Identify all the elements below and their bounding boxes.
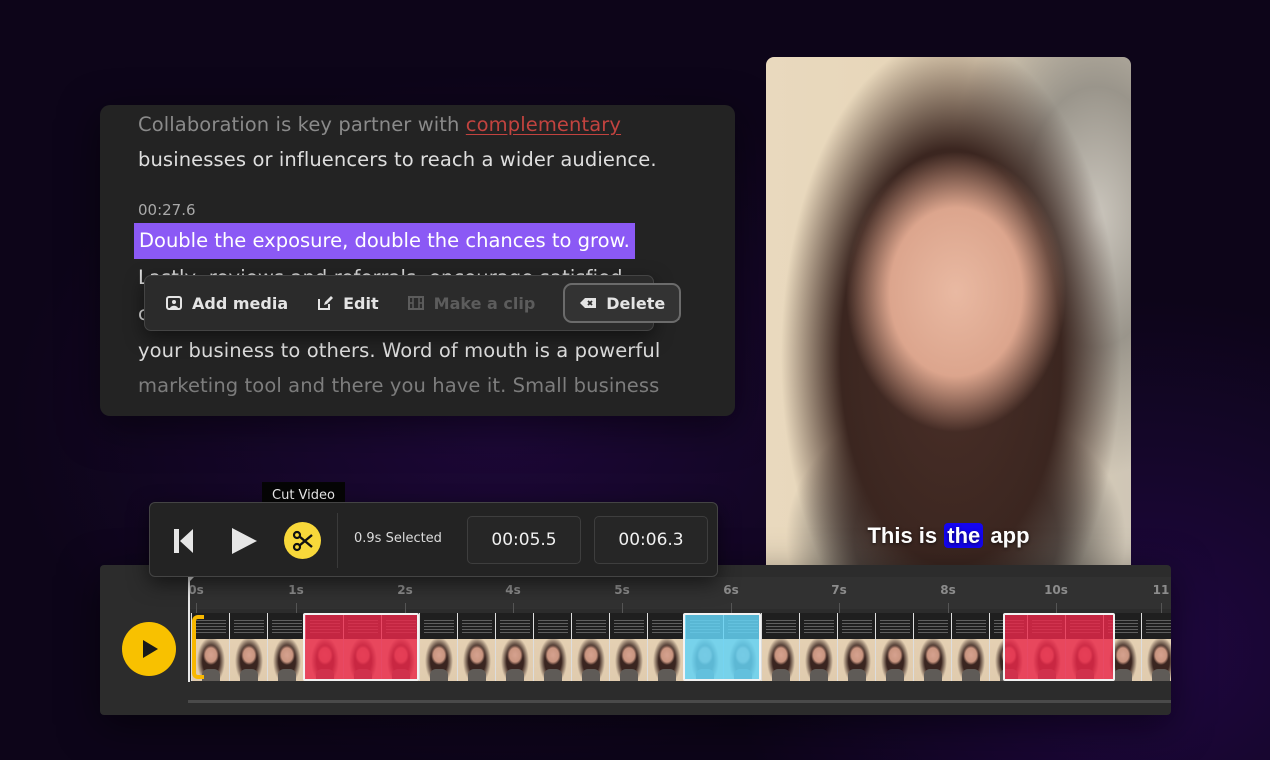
cut-video-button[interactable] <box>284 522 321 559</box>
video-preview[interactable]: This is the app <box>766 57 1131 565</box>
start-time-field[interactable]: 00:05.5 <box>467 516 581 564</box>
edit-button[interactable]: Edit <box>316 294 379 313</box>
play-button[interactable] <box>230 527 258 559</box>
backspace-icon <box>579 294 597 312</box>
video-frame-thumbnail <box>951 613 989 681</box>
tick-label: 6s <box>723 583 739 597</box>
divider <box>337 513 338 568</box>
caption-text: app <box>990 523 1030 548</box>
video-frame-thumbnail <box>419 613 457 681</box>
video-frame-thumbnail <box>647 613 685 681</box>
tick-mark <box>839 603 840 613</box>
tick-label: 0s <box>188 583 204 597</box>
tick-label: 10s <box>1044 583 1068 597</box>
delete-label: Delete <box>606 293 666 313</box>
add-media-label: Add media <box>192 293 289 313</box>
timeline-panel: 0s 1s 2s 4s 5s 6s 7s 8s 10s 11 <box>100 565 1171 715</box>
video-frame-thumbnail <box>229 613 267 681</box>
tick-mark <box>1161 603 1162 613</box>
tick-label: 1s <box>288 583 304 597</box>
video-frame-thumbnail <box>837 613 875 681</box>
add-media-button[interactable]: Add media <box>165 294 288 313</box>
video-frame-thumbnail <box>1141 613 1171 681</box>
tick-label: 7s <box>831 583 847 597</box>
tick-mark <box>1056 603 1057 613</box>
player-controls: 0.9s Selected 00:05.5 00:06.3 <box>149 502 718 577</box>
make-clip-label: Make a clip <box>433 293 536 313</box>
tick-label: 2s <box>397 583 413 597</box>
video-frame-thumbnail <box>609 613 647 681</box>
caption-highlighted-word: the <box>944 523 984 548</box>
skip-back-button[interactable] <box>173 528 195 558</box>
tick-mark <box>196 603 197 613</box>
tick-mark <box>296 603 297 613</box>
transcript-link-word[interactable]: complementary <box>466 113 621 136</box>
video-caption: This is the app <box>766 523 1131 549</box>
video-frame-thumbnail <box>571 613 609 681</box>
selection-duration: 0.9s Selected <box>354 531 442 546</box>
highlighted-sentence[interactable]: Double the exposure, double the chances … <box>134 223 635 259</box>
sentence-context-menu: Add media Edit Make a clip Delete <box>144 275 682 331</box>
tick-mark <box>731 603 732 613</box>
deleted-segment[interactable] <box>1003 613 1115 681</box>
tick-mark <box>513 603 514 613</box>
video-frame-thumbnail <box>457 613 495 681</box>
tick-label: 8s <box>940 583 956 597</box>
playhead[interactable] <box>188 577 190 682</box>
tick-label: 4s <box>505 583 521 597</box>
timeline-play-button[interactable] <box>122 622 176 676</box>
image-user-icon <box>165 294 183 312</box>
delete-button[interactable]: Delete <box>563 283 682 323</box>
transcript-text: Collaboration is key partner with <box>138 113 466 136</box>
tick-mark <box>405 603 406 613</box>
video-frame-thumbnail <box>761 613 799 681</box>
video-frame-thumbnail <box>267 613 305 681</box>
video-frame-thumbnail <box>533 613 571 681</box>
make-clip-button[interactable]: Make a clip <box>407 293 536 313</box>
caption-text: This is <box>867 523 938 548</box>
transcript-panel: Collaboration is key partner with comple… <box>100 105 735 416</box>
scissors-icon <box>292 530 313 551</box>
video-frame-thumbnail <box>495 613 533 681</box>
tick-label: 11 <box>1152 583 1170 597</box>
video-frame-thumbnail <box>875 613 913 681</box>
skip-back-icon <box>174 529 193 553</box>
transcript-timestamp: 00:27.6 <box>138 201 196 219</box>
selected-segment[interactable] <box>683 613 761 681</box>
edit-icon <box>316 294 334 312</box>
play-icon <box>232 528 257 554</box>
film-icon <box>407 294 425 312</box>
transcript-line[interactable]: businesses or influencers to reach a wid… <box>138 148 657 171</box>
selection-start-handle[interactable] <box>192 615 204 679</box>
play-icon <box>143 640 158 658</box>
tick-label: 5s <box>614 583 630 597</box>
video-frame-thumbnail <box>799 613 837 681</box>
tick-mark <box>622 603 623 613</box>
timeline-scrollbar[interactable] <box>188 700 1171 703</box>
fade-overlay <box>100 356 735 416</box>
end-time-field[interactable]: 00:06.3 <box>594 516 708 564</box>
time-ruler[interactable]: 0s 1s 2s 4s 5s 6s 7s 8s 10s 11 <box>188 577 1171 613</box>
video-frame-thumbnail <box>913 613 951 681</box>
tick-mark <box>948 603 949 613</box>
deleted-segment[interactable] <box>303 613 419 681</box>
edit-label: Edit <box>343 293 379 313</box>
transcript-line[interactable]: Collaboration is key partner with comple… <box>138 113 621 136</box>
